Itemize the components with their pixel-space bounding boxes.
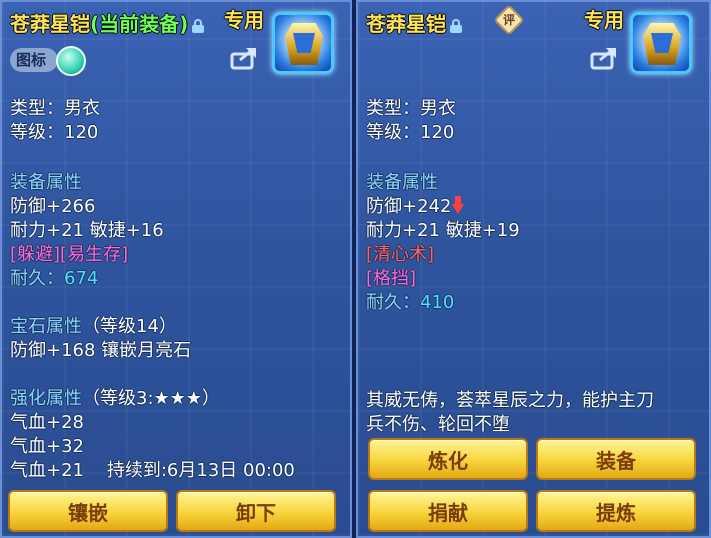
current-equipped-tag: (当前装备) (90, 12, 189, 36)
attribute-stats: 耐力+21 敏捷+16 (10, 220, 164, 241)
item-description-line-1: 其威无俦，荟萃星辰之力，能护主刀 (366, 390, 654, 411)
extract-button[interactable]: 提炼 (536, 490, 696, 532)
hp-bonus-2: 气血+32 (10, 436, 84, 457)
hp-bonus-3: 气血+21 持续到:6月13日 00:00 (10, 460, 295, 481)
armor-icon[interactable] (272, 12, 334, 74)
special-effect-1: [清心术] (366, 244, 435, 265)
down-arrow-icon (452, 196, 465, 214)
gem-level: （等级14） (82, 316, 177, 337)
exclusive-label: 专用 (584, 8, 624, 32)
icon-toggle-label[interactable]: 图标 (10, 48, 58, 72)
share-icon[interactable] (590, 46, 620, 70)
durability-value: 410 (420, 292, 455, 313)
item-title: 苍莽星铠 (366, 8, 462, 37)
item-level: 等级：120 (10, 122, 99, 143)
item-type: 类型：男衣 (366, 98, 456, 119)
durability: 耐久：674 (10, 268, 99, 289)
refine-button[interactable]: 炼化 (368, 438, 528, 480)
item-type: 类型：男衣 (10, 98, 100, 119)
durability-value: 674 (64, 268, 99, 289)
item-level: 等级：120 (366, 122, 455, 143)
equip-attr-heading: 装备属性 (366, 172, 438, 193)
enhance-level: （等级3:★★★） (82, 388, 220, 409)
item-name: 苍莽星铠 (366, 12, 446, 36)
donate-button[interactable]: 捐献 (368, 490, 528, 532)
exclusive-label: 专用 (224, 8, 264, 32)
durability: 耐久：410 (366, 292, 455, 313)
equip-button[interactable]: 装备 (536, 438, 696, 480)
defense-stat: 防御+266 (10, 196, 96, 217)
share-icon[interactable] (230, 46, 260, 70)
special-effect-2: [格挡] (366, 268, 417, 289)
item-title: 苍莽星铠(当前装备) (10, 8, 205, 37)
lock-icon (450, 18, 462, 33)
gem-bonus: 防御+168 镶嵌月亮石 (10, 340, 192, 361)
defense-stat: 防御+242 (366, 192, 465, 218)
hp-bonus-1: 气血+28 (10, 412, 84, 433)
enhance-attr: 强化属性（等级3:★★★） (10, 384, 220, 410)
gem-heading: 宝石属性 (10, 316, 82, 337)
item-name: 苍莽星铠 (10, 12, 90, 36)
armor-icon[interactable] (630, 12, 692, 74)
equipped-item-panel: 苍莽星铠(当前装备) 专用 图标 类型：男衣 等级：120 装备属性 防御+26… (0, 0, 352, 538)
unequip-button[interactable]: 卸下 (176, 490, 336, 532)
gem-attr: 宝石属性（等级14） (10, 312, 177, 338)
attribute-stats: 耐力+21 敏捷+19 (366, 220, 520, 241)
enhance-heading: 强化属性 (10, 388, 82, 409)
special-effects: [躲避][易生存] (10, 244, 129, 265)
item-description-line-2: 兵不伤、轮回不堕 (366, 414, 510, 435)
lock-icon (192, 18, 205, 33)
compare-item-panel: 苍莽星铠 评 专用 类型：男衣 等级：120 装备属性 防御+242 耐力+21… (356, 0, 711, 538)
rating-badge-icon[interactable]: 评 (493, 4, 525, 36)
inlay-button[interactable]: 镶嵌 (8, 490, 168, 532)
toggle-knob-icon[interactable] (56, 46, 86, 76)
equip-attr-heading: 装备属性 (10, 172, 82, 193)
